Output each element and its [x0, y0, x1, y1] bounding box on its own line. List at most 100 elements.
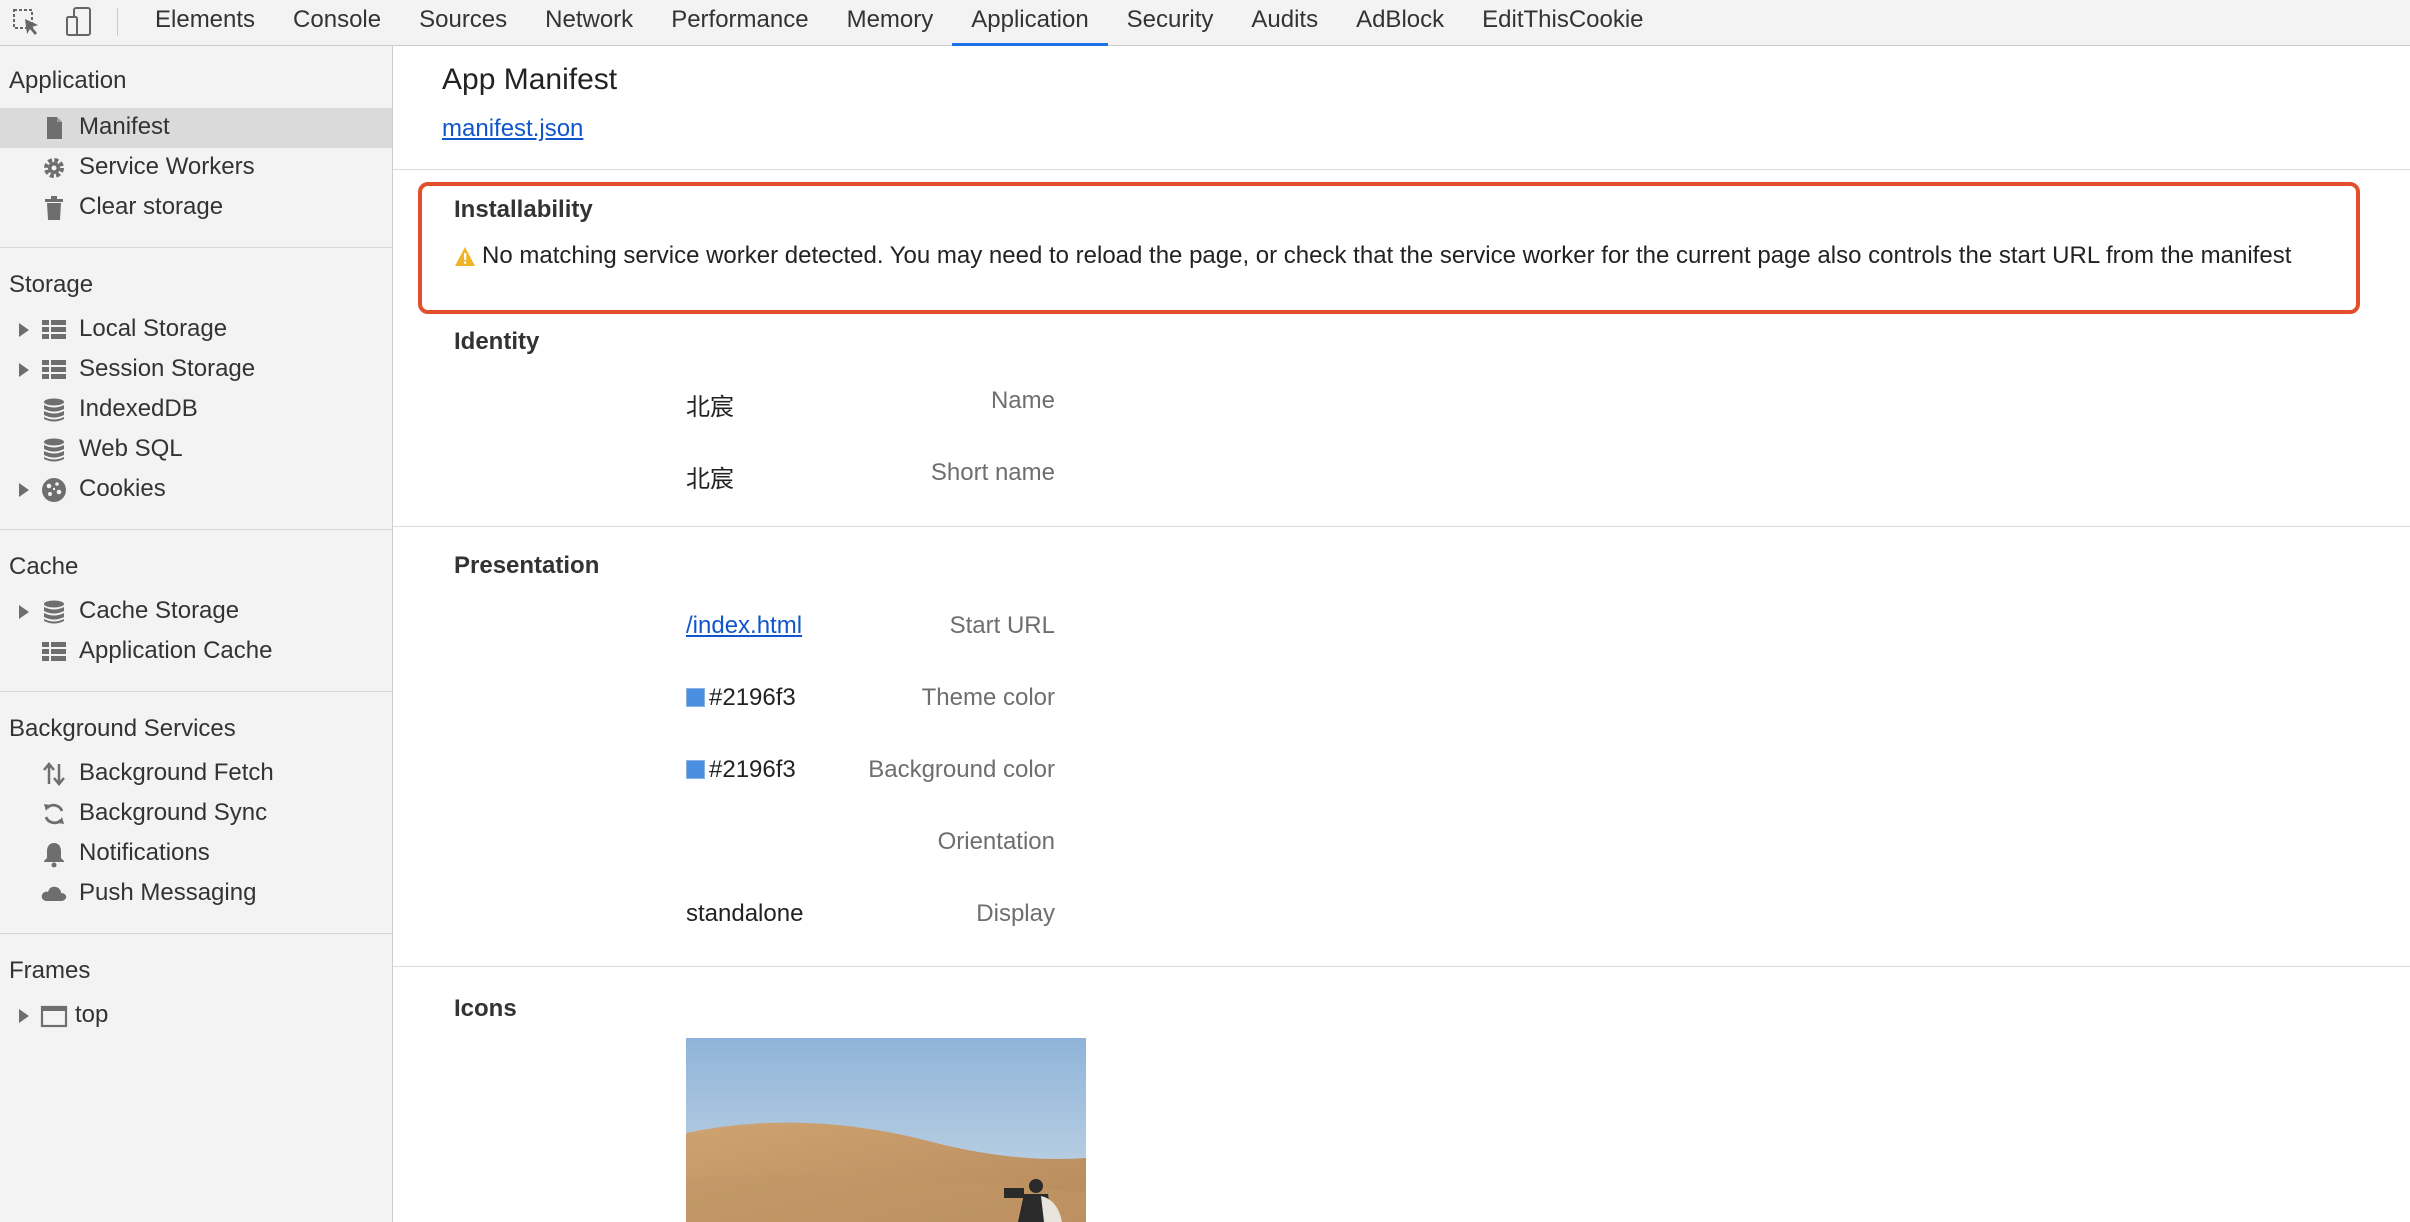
manifest-panel: App Manifest manifest.json Installabilit… [393, 46, 2410, 1222]
orientation-label: Orientation [937, 828, 1055, 855]
manifest-json-link[interactable]: manifest.json [442, 115, 583, 143]
sidebar-item-top-frame[interactable]: top [0, 996, 392, 1036]
sidebar-item-clear-storage[interactable]: Clear storage [0, 188, 392, 228]
expand-arrow-icon[interactable] [19, 363, 29, 377]
sidebar-item-service-workers[interactable]: Service Workers [0, 148, 392, 188]
tab-memory[interactable]: Memory [828, 0, 953, 46]
theme-color-swatch [686, 688, 705, 707]
panel-tabs: Elements Console Sources Network Perform… [136, 0, 1663, 46]
sidebar-item-label: Push Messaging [79, 879, 257, 906]
sidebar-item-label: Clear storage [79, 193, 224, 220]
start-url-label: Start URL [949, 612, 1055, 639]
sidebar-divider [0, 247, 392, 248]
document-icon [40, 114, 68, 142]
sidebar-heading-storage: Storage [9, 271, 94, 298]
start-url-link[interactable]: /index.html [686, 612, 802, 640]
name-value: 北宸 [686, 394, 734, 421]
display-label: Display [976, 900, 1055, 927]
identity-heading: Identity [454, 328, 540, 355]
display-value: standalone [686, 900, 804, 927]
sidebar-item-session-storage[interactable]: Session Storage [0, 350, 392, 390]
short-name-label: Short name [930, 459, 1055, 486]
presentation-heading: Presentation [454, 552, 600, 579]
tab-elements[interactable]: Elements [136, 0, 274, 46]
sidebar-heading-frames: Frames [9, 957, 91, 984]
tab-security[interactable]: Security [1108, 0, 1233, 46]
toolbar-separator [117, 8, 118, 36]
theme-color-value: #2196f3 [709, 684, 796, 711]
sidebar-heading-background-services: Background Services [9, 715, 236, 742]
sidebar-item-label: IndexedDB [79, 395, 198, 422]
background-color-label: Background color [868, 756, 1055, 783]
sidebar-item-label: Manifest [79, 113, 170, 140]
section-divider [393, 526, 2410, 527]
sidebar-item-label: Cookies [79, 475, 166, 502]
sidebar-item-label: Notifications [79, 839, 210, 866]
expand-arrow-icon[interactable] [19, 483, 29, 497]
database-icon [40, 396, 68, 424]
sidebar-item-push-messaging[interactable]: Push Messaging [0, 874, 392, 914]
table-grid-icon [40, 356, 68, 384]
sidebar-item-notifications[interactable]: Notifications [0, 834, 392, 874]
sidebar-item-cookies[interactable]: Cookies [0, 470, 392, 510]
database-icon [40, 598, 68, 626]
tab-audits[interactable]: Audits [1232, 0, 1337, 46]
sidebar-item-background-fetch[interactable]: Background Fetch [0, 754, 392, 794]
table-grid-icon [40, 638, 68, 666]
sidebar-item-application-cache[interactable]: Application Cache [0, 632, 392, 672]
background-color-swatch [686, 760, 705, 779]
sidebar-item-local-storage[interactable]: Local Storage [0, 310, 392, 350]
sidebar-item-label: Session Storage [79, 355, 256, 382]
tab-editthiscookie[interactable]: EditThisCookie [1463, 0, 1662, 46]
sidebar-item-label: Background Sync [79, 799, 268, 826]
up-down-arrows-icon [40, 760, 68, 788]
name-label: Name [990, 387, 1055, 414]
sidebar-item-label: Web SQL [79, 435, 183, 462]
sidebar-item-label: Local Storage [79, 315, 228, 342]
sidebar-heading-cache: Cache [9, 553, 79, 580]
expand-arrow-icon[interactable] [19, 605, 29, 619]
sidebar-divider [0, 933, 392, 934]
device-toolbar-icon[interactable] [62, 4, 98, 40]
warning-icon [454, 246, 476, 268]
tab-adblock[interactable]: AdBlock [1337, 0, 1463, 46]
sidebar-divider [0, 529, 392, 530]
tab-console[interactable]: Console [274, 0, 400, 46]
tab-network[interactable]: Network [526, 0, 652, 46]
sync-icon [40, 800, 68, 828]
sidebar-item-cache-storage[interactable]: Cache Storage [0, 592, 392, 632]
tab-application[interactable]: Application [952, 0, 1108, 46]
expand-arrow-icon[interactable] [19, 1009, 29, 1023]
section-divider [393, 966, 2410, 967]
sidebar-heading-application: Application [9, 67, 127, 94]
short-name-value: 北宸 [686, 466, 734, 493]
sidebar-item-background-sync[interactable]: Background Sync [0, 794, 392, 834]
expand-arrow-icon[interactable] [19, 323, 29, 337]
cloud-icon [40, 880, 68, 908]
database-icon [40, 436, 68, 464]
theme-color-label: Theme color [921, 684, 1055, 711]
cookie-icon [40, 476, 68, 504]
devtools-toolbar: Elements Console Sources Network Perform… [0, 0, 2410, 46]
sidebar-divider [0, 691, 392, 692]
sidebar-item-manifest[interactable]: Manifest [0, 108, 392, 148]
sidebar: Application Manifest Service Workers Cle… [0, 46, 393, 1222]
frame-icon [40, 1002, 68, 1030]
app-icon-preview-image [686, 1038, 1086, 1222]
trash-icon [40, 194, 68, 222]
section-divider [393, 169, 2410, 170]
sidebar-item-indexeddb[interactable]: IndexedDB [0, 390, 392, 430]
table-grid-icon [40, 316, 68, 344]
inspect-element-icon[interactable] [8, 4, 44, 40]
tab-performance[interactable]: Performance [652, 0, 827, 46]
tab-sources[interactable]: Sources [400, 0, 526, 46]
gear-icon [40, 154, 68, 182]
sidebar-item-label: top [75, 1001, 109, 1028]
sidebar-item-label: Application Cache [79, 637, 273, 664]
sidebar-item-label: Service Workers [79, 153, 255, 180]
background-color-value-row: #2196f3 [686, 756, 796, 784]
installability-heading: Installability [454, 196, 593, 223]
sidebar-item-label: Background Fetch [79, 759, 274, 786]
theme-color-value-row: #2196f3 [686, 684, 796, 712]
sidebar-item-web-sql[interactable]: Web SQL [0, 430, 392, 470]
